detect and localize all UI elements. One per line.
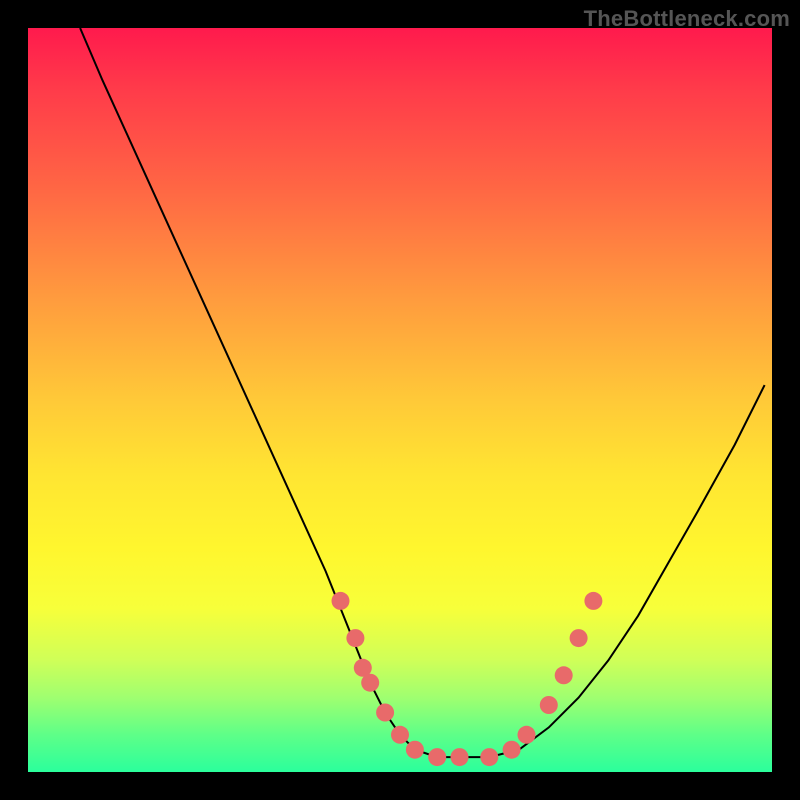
watermark-label: TheBottleneck.com	[584, 6, 790, 32]
chart-svg	[28, 28, 772, 772]
marker-dot	[451, 748, 469, 766]
marker-dot	[518, 726, 536, 744]
marker-dot	[332, 592, 350, 610]
marker-dot	[555, 666, 573, 684]
marker-dot	[570, 629, 588, 647]
marker-dot	[391, 726, 409, 744]
marker-dot	[406, 741, 424, 759]
marker-dot	[480, 748, 498, 766]
marker-dot	[584, 592, 602, 610]
marker-dot	[540, 696, 558, 714]
bottleneck-curve	[80, 28, 765, 757]
marker-dot	[428, 748, 446, 766]
marker-dot	[503, 741, 521, 759]
marker-group	[332, 592, 603, 766]
marker-dot	[346, 629, 364, 647]
marker-dot	[361, 674, 379, 692]
chart-frame: TheBottleneck.com	[0, 0, 800, 800]
marker-dot	[376, 704, 394, 722]
plot-area	[28, 28, 772, 772]
